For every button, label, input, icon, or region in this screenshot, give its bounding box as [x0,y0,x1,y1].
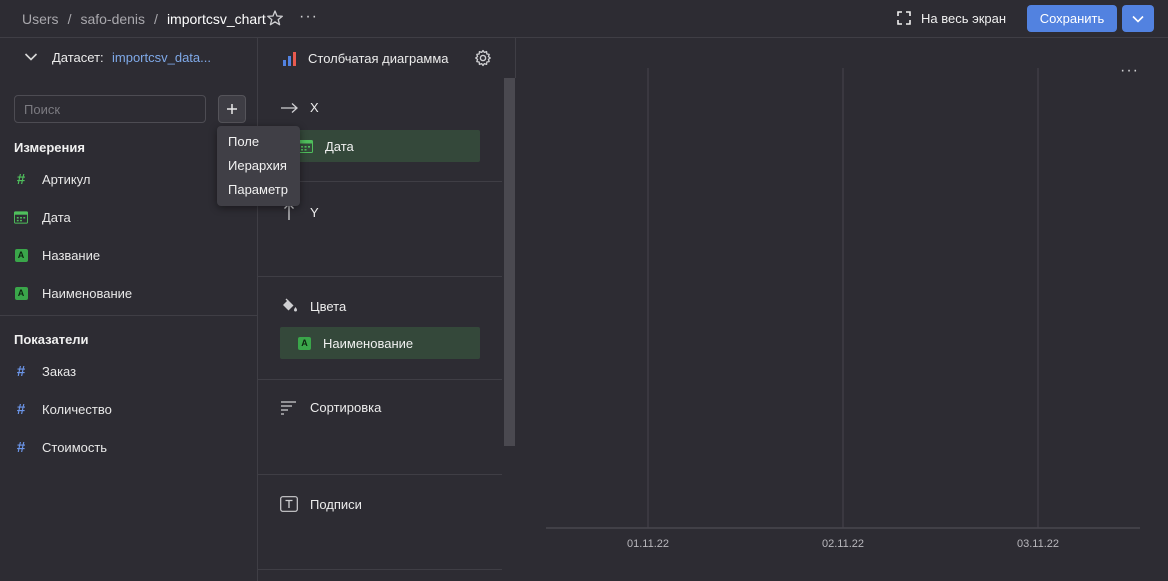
section-y-label: Y [310,204,319,220]
top-bar: Users / safo-denis / importcsv_chart ···… [0,0,1168,38]
breadcrumb-separator: / [154,11,158,27]
field-item-date[interactable]: Дата [14,207,71,227]
field-label: Дата [42,209,71,225]
field-search-input[interactable] [14,95,206,123]
hash-icon: # [16,400,26,418]
measures-title: Показатели [14,332,89,347]
chip-colors-label: Наименование [323,335,414,351]
breadcrumb: Users / safo-denis / importcsv_chart [22,0,266,38]
section-colors-header: Цвета [280,298,346,314]
section-colors: Цвета A Наименование [258,277,502,380]
field-label: Наименование [42,285,133,301]
favorite-star-icon[interactable] [266,9,284,27]
section-labels-header: Подписи [280,496,362,512]
field-label: Артикул [42,171,91,187]
dataset-name[interactable]: importcsv_data... [112,50,211,65]
menu-item-hierarchy[interactable]: Иерархия [228,158,287,173]
add-field-menu: Поле Иерархия Параметр [217,126,300,206]
field-item-quantity[interactable]: # Количество [14,399,112,419]
string-icon: A [14,248,28,262]
field-item-article[interactable]: # Артикул [14,169,91,189]
add-field-button[interactable] [218,95,246,123]
chip-colors-field[interactable]: A Наименование [280,327,480,359]
arrow-right-icon [280,102,300,114]
save-options-button[interactable] [1122,5,1154,32]
dataset-label: Датасет: [52,50,104,65]
calendar-icon [298,139,313,153]
bar-chart: 01.11.22 02.11.22 03.11.22 [546,68,1140,550]
field-item-title[interactable]: A Название [14,245,100,265]
calendar-icon [14,210,28,224]
field-label: Название [42,247,101,263]
string-icon: A [14,286,28,300]
save-button[interactable]: Сохранить [1027,5,1117,32]
section-x-header: X [280,100,319,115]
sort-icon [280,400,300,415]
gear-icon[interactable] [474,49,492,67]
hash-icon: # [16,170,26,188]
visualization-title: Столбчатая диаграмма [308,51,449,66]
scrollbar-thumb[interactable] [504,78,515,446]
field-item-order[interactable]: # Заказ [14,361,76,381]
fullscreen-icon [897,11,911,25]
x-tick-label: 03.11.22 [1017,538,1059,550]
dimensions-title: Измерения [14,140,85,155]
field-item-name[interactable]: A Наименование [14,283,132,303]
breadcrumb-separator: / [67,11,72,27]
chart-area: ··· 01.11.22 02.11.22 03.11.22 [516,38,1168,581]
breadcrumb-item-current: importcsv_chart [166,11,266,27]
field-item-cost[interactable]: # Стоимость [14,437,107,457]
section-sort-label: Сортировка [310,400,382,415]
breadcrumb-item-users[interactable]: Users [22,11,59,27]
field-label: Стоимость [42,439,108,455]
string-icon: A [298,336,311,350]
fullscreen-button[interactable]: На весь экран [897,0,1006,36]
dataset-selector[interactable]: Датасет: importcsv_data... [0,38,258,78]
section-sort: Сортировка [258,380,502,475]
bar-chart-icon [283,52,296,66]
breadcrumb-item-folder[interactable]: safo-denis [80,11,145,27]
section-sort-header: Сортировка [280,400,381,415]
chevron-down-icon [1132,15,1144,23]
fullscreen-label: На весь экран [921,10,1007,26]
hash-icon: # [16,438,26,456]
field-label: Заказ [42,363,77,379]
visualization-panel: Столбчатая диаграмма X Дата Y Цвета A На… [258,38,516,581]
section-x-label: X [310,100,319,115]
section-colors-label: Цвета [310,298,347,314]
dataset-panel: Датасет: importcsv_data... Измерения # А… [0,38,258,581]
chip-x-field[interactable]: Дата [280,130,480,162]
hash-icon: # [16,362,26,380]
x-tick-label: 01.11.22 [627,538,669,550]
chevron-down-icon[interactable] [24,52,38,62]
chip-x-label: Дата [325,138,354,154]
menu-item-field[interactable]: Поле [228,134,259,149]
x-tick-label: 02.11.22 [822,538,864,550]
section-labels: Подписи [258,475,502,570]
more-options-icon[interactable]: ··· [299,8,318,26]
visualization-selector[interactable]: Столбчатая диаграмма [258,38,516,78]
divider [0,315,258,316]
menu-item-parameter[interactable]: Параметр [228,182,288,197]
section-labels-label: Подписи [310,496,362,512]
plus-icon [227,104,237,114]
paint-bucket-icon [280,298,300,314]
text-label-icon [280,496,300,512]
field-label: Количество [42,401,112,417]
